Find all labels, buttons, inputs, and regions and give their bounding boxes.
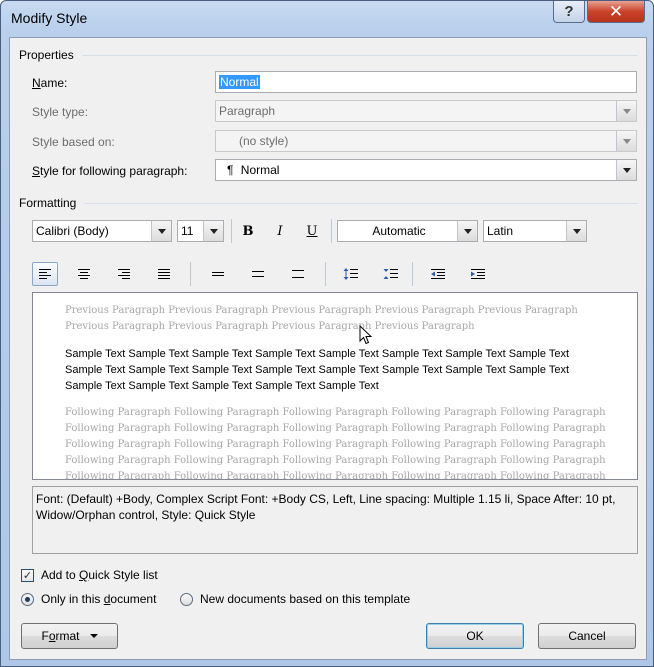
style-based-on-label: Style based on: <box>32 135 115 149</box>
mouse-cursor-icon <box>359 325 373 345</box>
name-input-value: Normal <box>219 75 260 89</box>
preview-following-line-2: Following Paragraph Following Paragraph … <box>65 423 606 434</box>
checkmark-icon: ✓ <box>22 570 33 582</box>
preview-following-line-1: Following Paragraph Following Paragraph … <box>65 407 606 418</box>
name-label-rest: ame: <box>40 76 68 90</box>
toolbar-separator <box>190 262 191 286</box>
new-documents-radio[interactable] <box>180 593 193 606</box>
decrease-spacing-icon <box>383 269 398 279</box>
increase-indent-icon <box>471 269 485 279</box>
increase-spacing-icon <box>343 268 358 280</box>
font-size-select[interactable]: 11 <box>177 220 224 242</box>
justify-icon <box>158 269 170 279</box>
chevron-down-icon <box>151 221 171 241</box>
properties-section-label: Properties <box>19 48 74 62</box>
format-button-label: Format <box>41 629 80 643</box>
style-based-on-select[interactable]: (no style) <box>215 130 637 152</box>
pilcrow-icon: ¶ <box>227 163 234 177</box>
formatting-divider <box>84 203 638 204</box>
double-spacing-button[interactable] <box>285 262 311 286</box>
single-spacing-button[interactable] <box>205 262 231 286</box>
help-button[interactable]: ? <box>553 1 585 23</box>
help-icon: ? <box>564 3 574 20</box>
dropdown-arrow-icon <box>89 634 98 638</box>
new-documents-label: New documents based on this template <box>200 592 411 606</box>
one-half-spacing-icon <box>252 271 264 277</box>
style-type-select[interactable]: Paragraph <box>215 100 637 122</box>
align-left-icon <box>39 269 51 279</box>
align-left-button[interactable] <box>32 262 58 286</box>
style-description: Font: (Default) +Body, Complex Script Fo… <box>32 486 638 554</box>
italic-button[interactable]: I <box>267 219 293 243</box>
style-type-label: Style type: <box>32 105 89 119</box>
decrease-indent-button[interactable] <box>425 262 451 286</box>
format-button[interactable]: Format <box>21 623 118 649</box>
toolbar-separator <box>325 262 326 286</box>
only-this-document-label: Only in this document <box>41 592 157 606</box>
underline-button[interactable]: U <box>299 219 325 243</box>
chevron-down-icon <box>616 160 636 180</box>
following-label-rest: tyle for following paragraph: <box>40 164 188 178</box>
script-select[interactable]: Latin <box>483 220 587 242</box>
name-label: Name: <box>32 76 68 90</box>
close-icon: ✕ <box>608 1 624 21</box>
only-this-document-radio[interactable] <box>21 593 34 606</box>
cancel-button[interactable]: Cancel <box>538 623 636 649</box>
increase-spacing-before-button[interactable] <box>338 262 364 286</box>
font-select[interactable]: Calibri (Body) <box>32 220 172 242</box>
align-center-button[interactable] <box>71 262 97 286</box>
close-button[interactable]: ✕ <box>587 1 645 23</box>
dialog-title: Modify Style <box>11 10 88 26</box>
decrease-spacing-before-button[interactable] <box>378 262 404 286</box>
chevron-down-icon <box>616 131 636 151</box>
following-paragraph-label: Style for following paragraph: <box>32 164 188 178</box>
add-quick-style-checkbox[interactable]: ✓ <box>21 569 34 582</box>
style-type-value: Paragraph <box>219 104 276 118</box>
decrease-indent-icon <box>431 269 445 279</box>
font-color-select[interactable]: Automatic <box>337 220 478 242</box>
chevron-down-icon <box>457 221 477 241</box>
preview-following-line-4: Following Paragraph Following Paragraph … <box>65 455 606 466</box>
single-spacing-icon <box>212 272 224 276</box>
toolbar-separator <box>331 219 332 243</box>
font-size-value: 11 <box>181 224 194 238</box>
dialog-client-area: Properties Name: Normal Style type: Para… <box>9 37 647 660</box>
following-paragraph-select[interactable]: ¶ Normal <box>215 159 637 181</box>
align-right-icon <box>118 269 130 279</box>
bold-button[interactable]: B <box>235 219 261 243</box>
toolbar-separator <box>412 262 413 286</box>
name-input[interactable]: Normal <box>215 71 637 93</box>
font-color-value: Automatic <box>372 224 426 238</box>
style-preview: Previous Paragraph Previous Paragraph Pr… <box>32 292 638 480</box>
chevron-down-icon <box>566 221 586 241</box>
justify-button[interactable] <box>151 262 177 286</box>
preview-following-line-5: Following Paragraph Following Paragraph … <box>65 471 606 480</box>
radio-selected-dot <box>25 597 30 602</box>
script-value: Latin <box>487 224 514 238</box>
one-half-spacing-button[interactable] <box>245 262 271 286</box>
increase-indent-button[interactable] <box>465 262 491 286</box>
following-paragraph-value: Normal <box>240 163 280 177</box>
font-value: Calibri (Body) <box>36 224 109 238</box>
align-center-icon <box>78 269 90 279</box>
preview-previous-paragraph: Previous Paragraph Previous Paragraph Pr… <box>65 305 578 332</box>
modify-style-dialog: Modify Style ? ✕ Properties Name: Normal… <box>0 0 654 667</box>
properties-divider <box>82 55 638 56</box>
preview-following-line-3: Following Paragraph Following Paragraph … <box>65 439 606 450</box>
double-spacing-icon <box>292 270 304 278</box>
chevron-down-icon <box>616 101 636 121</box>
align-right-button[interactable] <box>111 262 137 286</box>
formatting-section-label: Formatting <box>19 196 77 210</box>
style-based-on-value: (no style) <box>239 134 289 148</box>
chevron-down-icon <box>203 221 223 241</box>
ok-button[interactable]: OK <box>426 623 524 649</box>
add-quick-style-label: Add to Quick Style list <box>41 568 158 582</box>
preview-sample-text: Sample Text Sample Text Sample Text Samp… <box>65 348 570 392</box>
toolbar-separator <box>231 219 232 243</box>
